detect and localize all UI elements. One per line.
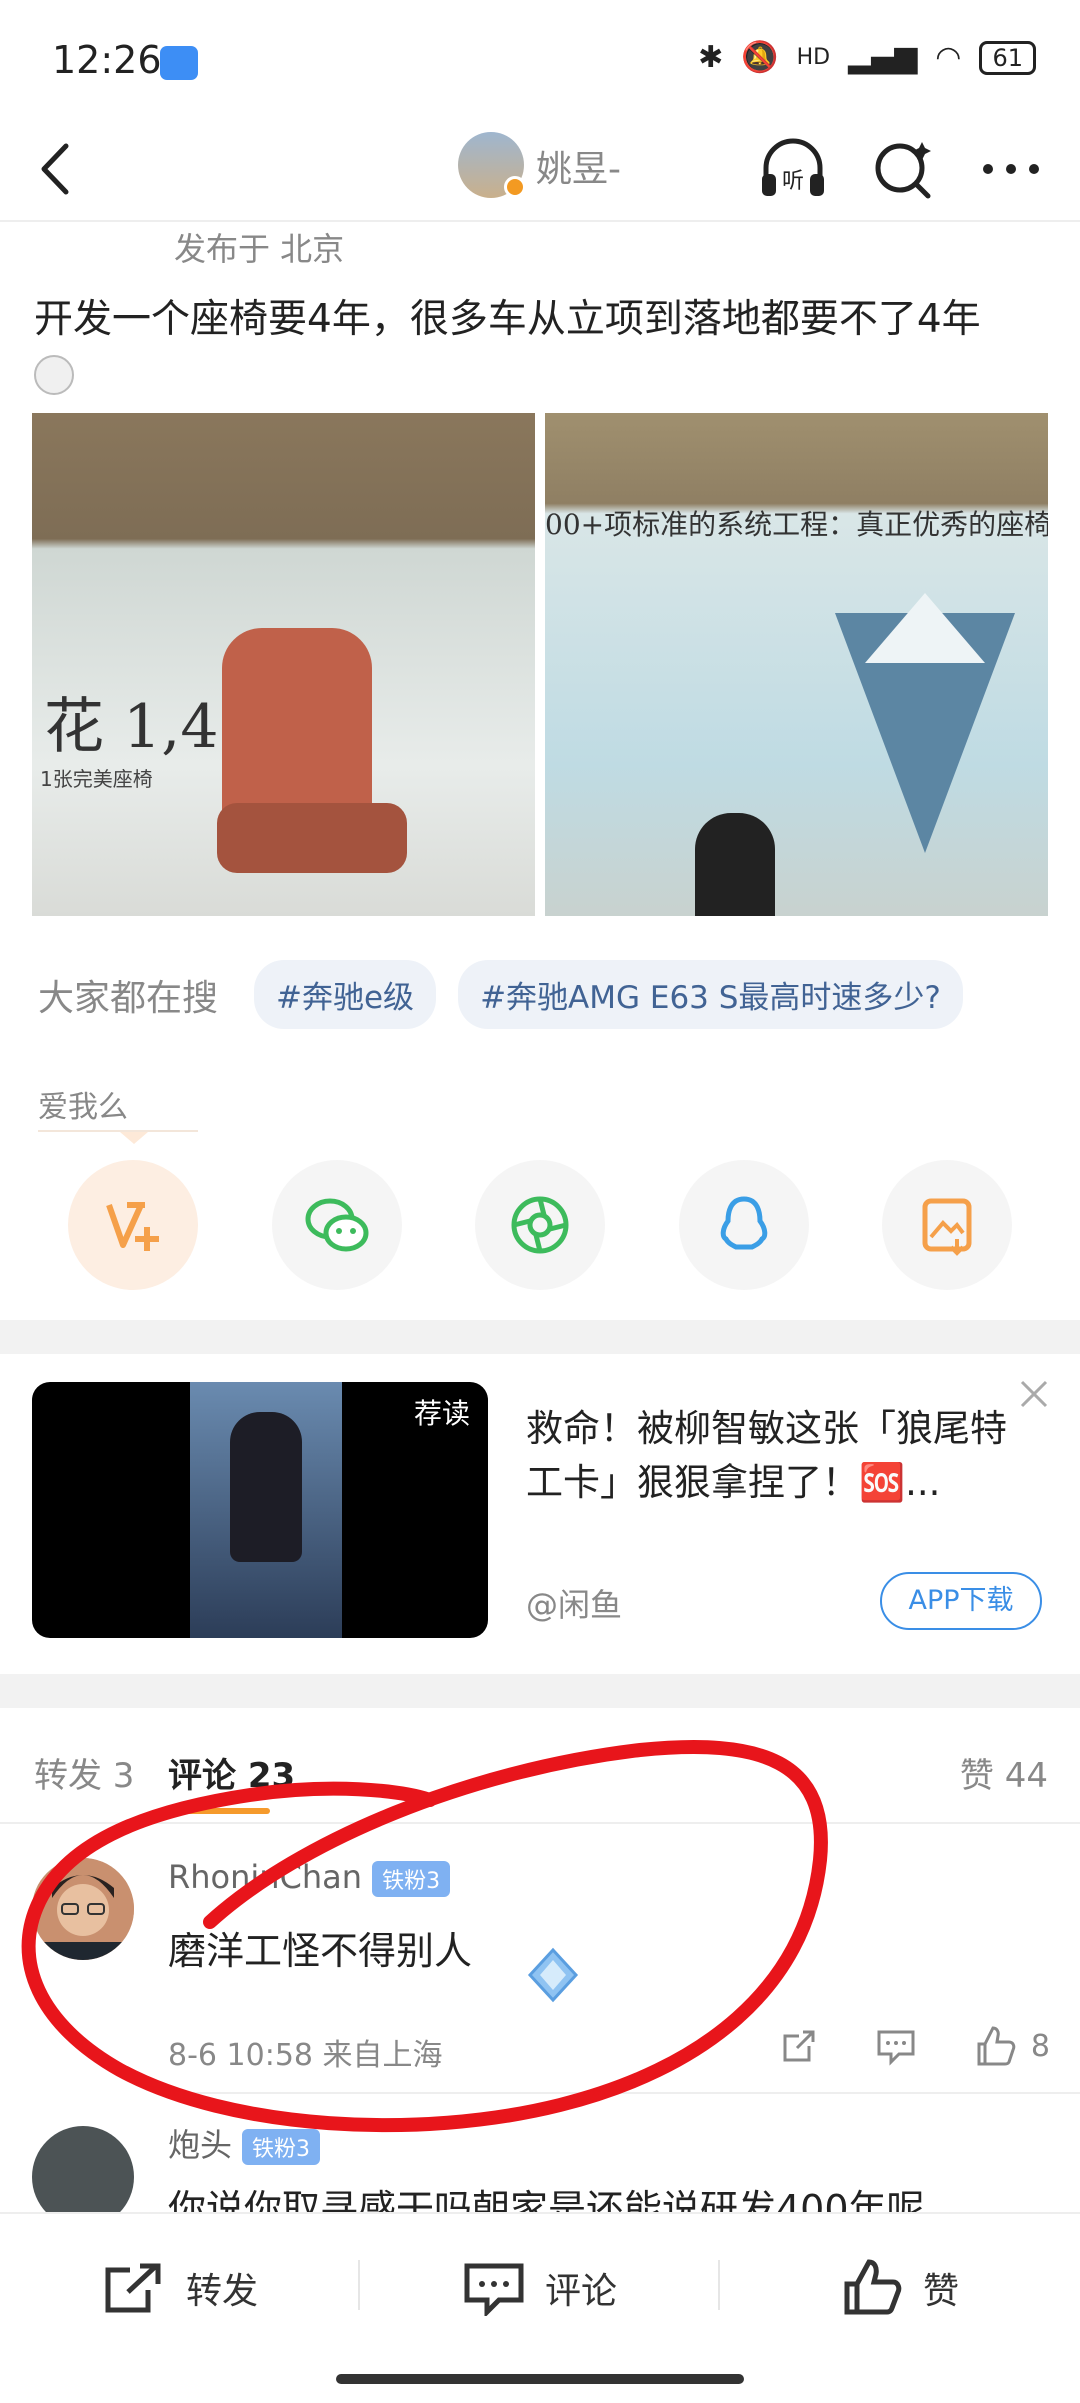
photo-caption: 00+项标准的系统工程：真正优秀的座椅，不止是“沙发: [545, 508, 1048, 541]
comment-like-count: 8: [1030, 2028, 1050, 2064]
hot-search-label: 大家都在搜: [38, 977, 219, 1019]
comment-author[interactable]: RhoninChan 铁粉3: [168, 1858, 451, 1897]
comment-like-button[interactable]: 8: [973, 2024, 1050, 2068]
qq-icon: [720, 1196, 767, 1250]
status-bar: 12:26 ✱ 🔕 HD ▂▄▆ ◠ 61: [0, 0, 1080, 130]
battery-indicator: 61: [979, 40, 1036, 75]
hot-search-tag[interactable]: #奔驰e级: [254, 960, 437, 1029]
wechat-icon: [305, 1198, 368, 1252]
status-indicators: ✱ 🔕 HD ▂▄▆ ◠ 61: [698, 40, 1036, 75]
section-gap: [0, 1674, 1080, 1708]
share-moments-button[interactable]: [475, 1160, 605, 1290]
top-nav-bar: 姚昱- 听: [0, 120, 1080, 220]
repost-icon[interactable]: [779, 2026, 819, 2066]
comment-author-name[interactable]: RhoninChan: [168, 1858, 362, 1896]
post-photo[interactable]: 花 1,460天 1张完美座椅: [32, 413, 535, 916]
comment-icon: [464, 2263, 524, 2316]
status-time: 12:26: [52, 38, 162, 82]
tab-active-indicator: [178, 1808, 270, 1814]
fan-badge: 铁粉3: [242, 2129, 321, 2165]
repost-button[interactable]: 转发: [0, 2214, 360, 2362]
verified-badge-icon: [504, 176, 526, 198]
more-options-icon[interactable]: [976, 136, 1046, 202]
bluetooth-icon: ✱: [698, 40, 724, 75]
post-location: 发布于 北京: [174, 230, 345, 268]
comment-meta: 8-6 10:58 来自上海: [168, 2038, 443, 2073]
bottom-action-bar: 转发 评论 赞: [0, 2212, 1080, 2362]
author-name[interactable]: 姚昱-: [536, 140, 621, 192]
comment-actions: 8: [779, 2024, 1050, 2068]
thumbs-up-icon: [844, 2259, 902, 2315]
comment-button[interactable]: 评论: [360, 2214, 720, 2362]
search-icon[interactable]: [870, 132, 936, 206]
tab-comments[interactable]: 评论 23: [168, 1748, 295, 1797]
app-notification-icon: [160, 46, 198, 80]
ad-card-figure: [230, 1412, 302, 1562]
share-wechat-button[interactable]: [271, 1160, 402, 1290]
repost-label: 转发: [185, 2271, 258, 2312]
iceberg-tip-image: [865, 593, 985, 663]
ad-title[interactable]: 救命！被柳智敏这张「狼尾特工卡」狠狠拿捏了！🆘...: [526, 1402, 1026, 1510]
thumbs-up-icon: [977, 2026, 1016, 2066]
signal-bars-icon: ▂▄▆: [848, 40, 918, 75]
avatar[interactable]: [32, 1858, 134, 1960]
comment-item: 炮头 铁粉3 你说你取寻感干吗朝家是还能说研发400年呢: [0, 2094, 1080, 2212]
home-indicator[interactable]: [336, 2374, 744, 2384]
share-qq-button[interactable]: [678, 1160, 809, 1290]
weibo-v-plus-icon: [106, 1202, 159, 1251]
ad-card-image: [190, 1382, 342, 1638]
avatar[interactable]: [32, 2126, 134, 2212]
reply-icon[interactable]: [875, 2026, 917, 2066]
hot-search-tag[interactable]: #奔驰AMG E63 S最高时速多少?: [458, 960, 963, 1029]
back-arrow-icon[interactable]: [30, 134, 90, 204]
ad-video-thumbnail[interactable]: 荐读: [32, 1382, 488, 1638]
like-button[interactable]: 赞: [720, 2214, 1080, 2362]
signal-icon: HD: [796, 45, 831, 70]
ad-source: @闲鱼: [526, 1586, 623, 1624]
save-image-icon: [922, 1198, 972, 1256]
post-text: 开发一个座椅要4年，很多车从立项到落地都要不了4年: [34, 297, 981, 342]
share-indicator: [38, 1130, 198, 1132]
share-indicator-arrow: [120, 1132, 148, 1144]
ad-badge: 荐读: [413, 1397, 470, 1430]
interaction-tabs: 转发 3 评论 23 赞 44: [0, 1708, 1080, 1824]
share-targets: [68, 1160, 1012, 1290]
diamond-sticker-icon: [527, 1947, 579, 2003]
like-label: 赞: [922, 2271, 959, 2312]
nav-divider: [0, 220, 1080, 222]
share-weibo-button[interactable]: [68, 1160, 198, 1290]
section-gap: [0, 1320, 1080, 1354]
comment-text[interactable]: 磨洋工怪不得别人: [168, 1920, 472, 1975]
seat-base-image: [217, 803, 407, 873]
repost-icon: [105, 2263, 161, 2313]
mute-icon: 🔕: [741, 40, 779, 75]
comment-label: 评论: [544, 2271, 617, 2312]
fan-badge: 铁粉3: [372, 1861, 451, 1897]
tab-repost[interactable]: 转发 3: [34, 1748, 134, 1797]
hot-search-row: 大家都在搜 #奔驰e级 #奔驰AMG E63 S最高时速多少?: [38, 960, 963, 1029]
comment-text[interactable]: 你说你取寻感干吗朝家是还能说研发400年呢: [168, 2178, 925, 2212]
listen-headphones-icon[interactable]: 听: [756, 132, 830, 206]
share-save-image-button[interactable]: [882, 1160, 1012, 1290]
photo-caption: 1张完美座椅: [40, 767, 153, 791]
comment-author[interactable]: 炮头 铁粉3: [168, 2120, 321, 2166]
avatar-face: [32, 1858, 134, 1960]
tab-likes[interactable]: 赞 44: [960, 1748, 1048, 1797]
moments-icon: [511, 1196, 569, 1254]
svg-text:听: 听: [782, 169, 804, 194]
speaker-image: [695, 813, 775, 916]
share-title: 爱我么: [38, 1090, 128, 1125]
recommended-ad[interactable]: 荐读 救命！被柳智敏这张「狼尾特工卡」狠狠拿捏了！🆘... @闲鱼 APP下载: [0, 1354, 1080, 1674]
post-photo[interactable]: 00+项标准的系统工程：真正优秀的座椅，不止是“沙发: [545, 413, 1048, 916]
comment-author-name[interactable]: 炮头: [168, 2126, 232, 2164]
panda-emoji-icon: [34, 355, 74, 395]
wifi-icon: ◠: [935, 40, 962, 75]
app-download-button[interactable]: APP下载: [880, 1572, 1042, 1630]
